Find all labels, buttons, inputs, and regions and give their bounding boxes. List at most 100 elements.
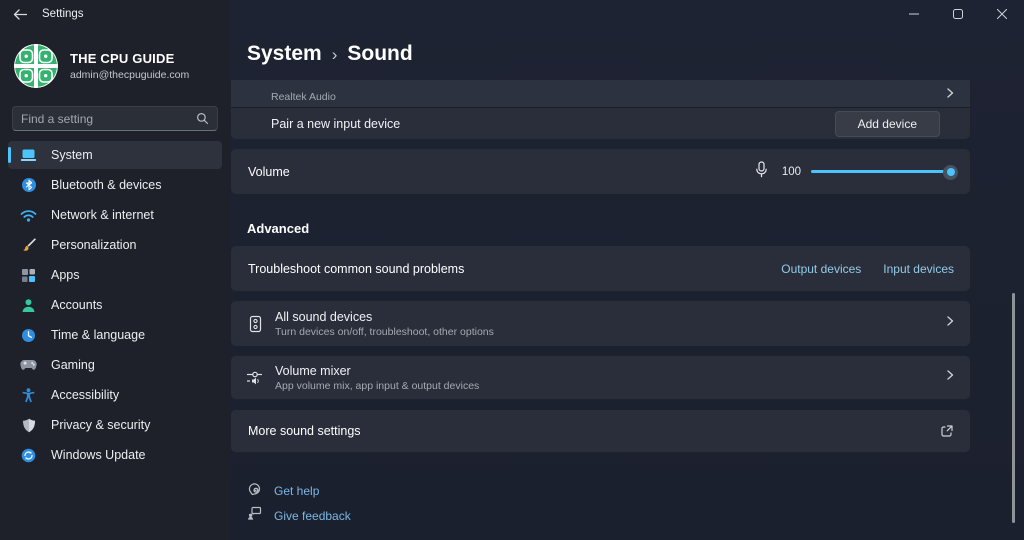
all-sound-devices-subtitle: Turn devices on/off, troubleshoot, other… — [275, 325, 494, 338]
volume-label: Volume — [248, 164, 290, 179]
sidebar-item-bluetooth[interactable]: Bluetooth & devices — [8, 171, 222, 199]
volume-slider-track — [811, 170, 956, 173]
wifi-icon — [20, 207, 37, 224]
external-link-icon — [940, 424, 954, 438]
accessibility-icon — [20, 387, 37, 404]
troubleshoot-card: Troubleshoot common sound problems Outpu… — [230, 245, 971, 292]
volume-slider-thumb[interactable] — [943, 164, 958, 180]
sidebar-item-label: Personalization — [51, 238, 137, 252]
sidebar-item-personalization[interactable]: Personalization — [8, 231, 222, 259]
search-icon[interactable] — [196, 112, 209, 125]
add-device-button[interactable]: Add device — [834, 111, 940, 137]
sidebar-item-network[interactable]: Network & internet — [8, 201, 222, 229]
search-box[interactable] — [12, 106, 218, 131]
volume-slider[interactable] — [811, 164, 958, 180]
profile-name: THE CPU GUIDE — [70, 51, 175, 66]
sidebar-item-gaming[interactable]: Gaming — [8, 351, 222, 379]
title-bar: Settings — [0, 0, 1024, 28]
help-icon: ? — [247, 481, 262, 501]
brush-icon — [20, 237, 37, 254]
back-button[interactable] — [4, 1, 36, 27]
more-sound-settings-label: More sound settings — [248, 424, 361, 438]
page-title: Sound — [347, 42, 413, 65]
volume-value: 100 — [781, 165, 801, 178]
sidebar-item-time-language[interactable]: Time & language — [8, 321, 222, 349]
chevron-right-icon — [944, 314, 956, 333]
volume-controls: 100 — [754, 160, 958, 183]
volume-mixer-title: Volume mixer — [275, 363, 351, 378]
feedback-icon — [247, 506, 262, 526]
all-sound-devices-title: All sound devices — [275, 309, 373, 324]
input-devices-link[interactable]: Input devices — [883, 262, 954, 276]
sidebar-item-system[interactable]: System — [8, 141, 222, 169]
troubleshoot-label: Troubleshoot common sound problems — [248, 261, 465, 276]
sidebar-item-accessibility[interactable]: Accessibility — [8, 381, 222, 409]
speaker-device-icon — [245, 315, 265, 333]
sidebar-item-label: Privacy & security — [51, 418, 151, 432]
window-title: Settings — [42, 8, 84, 20]
sidebar-item-label: Bluetooth & devices — [51, 178, 162, 192]
avatar — [14, 44, 58, 88]
close-button[interactable] — [980, 0, 1024, 28]
apps-icon — [20, 267, 37, 284]
pair-input-device-label: Pair a new input device — [271, 117, 401, 131]
volume-mixer-row[interactable]: Volume mixer App volume mix, app input &… — [230, 355, 971, 400]
sidebar-item-label: Windows Update — [51, 448, 146, 462]
sidebar-item-label: Network & internet — [51, 208, 154, 222]
chevron-right-icon — [944, 86, 956, 105]
volume-mixer-subtitle: App volume mix, app input & output devic… — [275, 379, 480, 392]
volume-mixer-icon — [245, 370, 265, 386]
gamepad-icon — [20, 357, 37, 374]
sidebar-item-apps[interactable]: Apps — [8, 261, 222, 289]
maximize-button[interactable] — [936, 0, 980, 28]
pair-input-device-row: Pair a new input device Add device — [231, 108, 970, 139]
more-sound-settings-row[interactable]: More sound settings — [230, 409, 971, 453]
volume-card: Volume 100 — [230, 148, 971, 195]
search-input[interactable] — [13, 111, 196, 126]
all-sound-devices-row[interactable]: All sound devices Turn devices on/off, t… — [230, 300, 971, 347]
sidebar-item-label: Gaming — [51, 358, 95, 372]
sidebar-item-label: Time & language — [51, 328, 146, 342]
all-sound-devices-text: All sound devices Turn devices on/off, t… — [275, 310, 494, 338]
vertical-scrollbar[interactable] — [1012, 293, 1015, 523]
window-controls — [892, 0, 1024, 28]
minimize-button[interactable] — [892, 0, 936, 28]
breadcrumb: System › Sound — [247, 42, 413, 66]
sidebar-item-label: Accounts — [51, 298, 103, 312]
sidebar-item-label: System — [51, 148, 93, 162]
advanced-section-title: Advanced — [247, 221, 310, 236]
laptop-icon — [20, 147, 37, 164]
give-feedback-label[interactable]: Give feedback — [274, 509, 351, 523]
sidebar-item-label: Accessibility — [51, 388, 120, 402]
get-help-label[interactable]: Get help — [274, 484, 319, 498]
microphone-icon[interactable] — [754, 160, 769, 183]
output-devices-link[interactable]: Output devices — [781, 262, 861, 276]
input-device-row[interactable]: Realtek Audio — [231, 80, 970, 107]
troubleshoot-links: Output devices Input devices — [781, 262, 954, 276]
sidebar-item-label: Apps — [51, 268, 80, 282]
user-profile[interactable]: THE CPU GUIDE admin@thecpuguide.com — [0, 28, 230, 98]
breadcrumb-separator: › — [331, 45, 338, 64]
sidebar-item-windows-update[interactable]: Windows Update — [8, 441, 222, 469]
sidebar-item-accounts[interactable]: Accounts — [8, 291, 222, 319]
person-icon — [20, 297, 37, 314]
shield-icon — [20, 417, 37, 434]
sidebar-nav: System Bluetooth & devices Network & int… — [0, 141, 230, 469]
breadcrumb-system[interactable]: System — [247, 42, 322, 66]
chevron-right-icon — [944, 368, 956, 387]
sidebar: THE CPU GUIDE admin@thecpuguide.com Find… — [0, 28, 230, 540]
clock-icon — [20, 327, 37, 344]
settings-window: System › Sound Realtek Audio Pair a new … — [0, 0, 1024, 540]
give-feedback-link[interactable]: Give feedback — [247, 506, 351, 526]
get-help-link[interactable]: ? Get help — [247, 481, 319, 501]
svg-text:?: ? — [255, 488, 258, 493]
input-device-list-card: Realtek Audio Pair a new input device Ad… — [230, 80, 971, 140]
profile-email: admin@thecpuguide.com — [70, 69, 190, 81]
update-icon — [20, 447, 37, 464]
volume-mixer-text: Volume mixer App volume mix, app input &… — [275, 364, 479, 392]
main-pane: System › Sound Realtek Audio Pair a new … — [230, 0, 1024, 540]
bluetooth-icon — [20, 177, 37, 194]
sidebar-item-privacy[interactable]: Privacy & security — [8, 411, 222, 439]
input-device-subtitle: Realtek Audio — [271, 91, 336, 103]
profile-text: THE CPU GUIDE admin@thecpuguide.com — [70, 51, 189, 81]
